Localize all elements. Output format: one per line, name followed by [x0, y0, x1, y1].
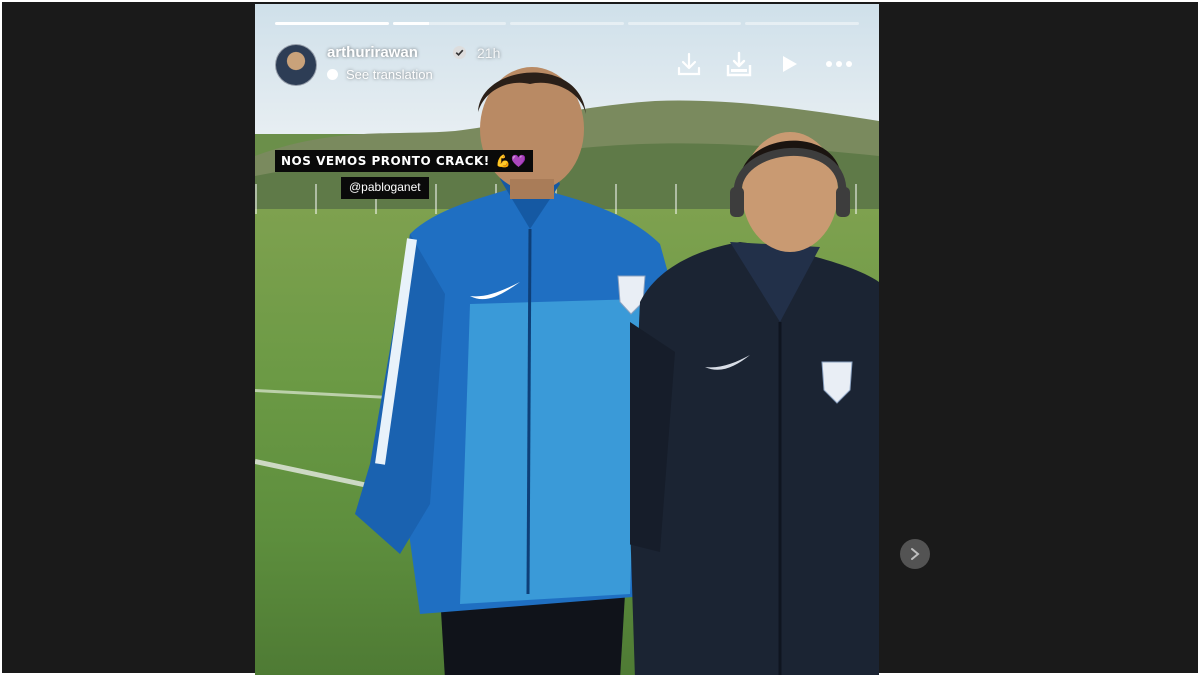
- story-caption-sticker: NOS VEMOS PRONTO CRACK! 💪💜: [275, 150, 533, 172]
- next-story-button[interactable]: [900, 539, 930, 569]
- progress-segment: [510, 22, 624, 25]
- player-navy-jacket: [630, 132, 879, 675]
- story-controls: [673, 48, 855, 80]
- more-icon: [826, 61, 852, 67]
- download-button[interactable]: [673, 48, 705, 80]
- translate-icon: [327, 69, 338, 80]
- save-collection-icon: [726, 51, 752, 77]
- story-progress: [275, 22, 859, 25]
- chevron-right-icon: [911, 548, 920, 560]
- emoji-muscle-heart: 💪💜: [495, 154, 527, 168]
- more-options-button[interactable]: [823, 48, 855, 80]
- story-viewer: arthurirawan 21h See translation NOS VEM…: [2, 2, 1198, 675]
- verified-badge-icon: [452, 45, 467, 60]
- avatar[interactable]: [275, 44, 317, 86]
- progress-fill: [392, 22, 429, 25]
- story-caption-text: NOS VEMOS PRONTO CRACK!: [281, 154, 490, 168]
- see-translation-link[interactable]: See translation: [327, 67, 433, 82]
- story-frame[interactable]: arthurirawan 21h See translation NOS VEM…: [255, 4, 879, 675]
- mention-sticker[interactable]: @pabloganet: [341, 177, 429, 199]
- story-header: arthurirawan 21h See translation: [275, 42, 865, 86]
- play-icon: [783, 56, 797, 72]
- progress-segment: [745, 22, 859, 25]
- see-translation-label: See translation: [346, 67, 433, 82]
- mention-text: @pabloganet: [349, 180, 421, 194]
- progress-segment: [392, 22, 507, 25]
- progress-segment: [627, 22, 742, 25]
- post-time: 21h: [477, 45, 501, 61]
- save-collection-button[interactable]: [723, 48, 755, 80]
- progress-segment: [275, 22, 389, 25]
- play-button[interactable]: [773, 48, 805, 80]
- download-icon: [677, 52, 701, 76]
- username-link[interactable]: arthurirawan: [327, 44, 418, 61]
- progress-fill: [275, 22, 389, 25]
